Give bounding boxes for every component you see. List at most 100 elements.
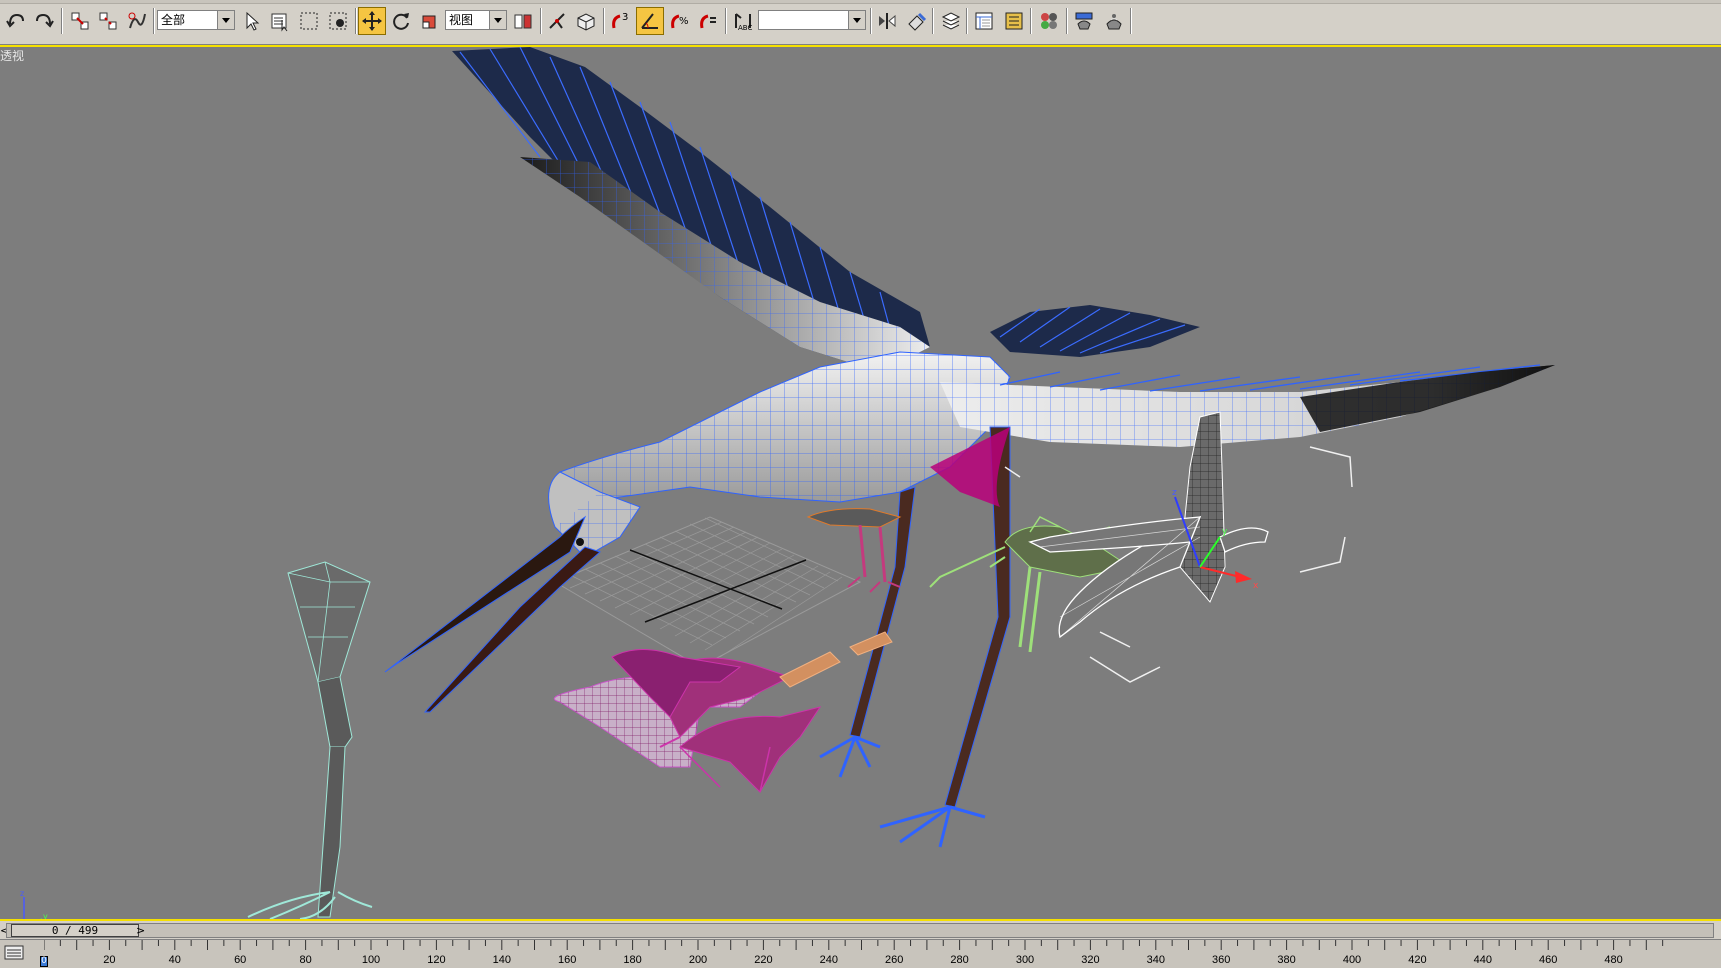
named-selection-dropdown[interactable] xyxy=(758,10,866,30)
toolbar-separator xyxy=(355,8,357,34)
toolbar-separator xyxy=(153,8,155,34)
mirror-icon[interactable] xyxy=(873,7,901,35)
track-bar-menu-icon[interactable] xyxy=(4,944,26,962)
tick-label: 400 xyxy=(1342,954,1362,966)
svg-text:z: z xyxy=(20,889,24,898)
svg-text:y: y xyxy=(43,912,48,919)
tick-label: 20 xyxy=(103,954,116,966)
time-slider-thumb[interactable]: 0 / 499 xyxy=(11,924,139,937)
bind-spacewarp-icon[interactable] xyxy=(123,7,151,35)
stork-right-wing[interactable] xyxy=(940,364,1555,447)
pivot-icon[interactable] xyxy=(509,7,537,35)
select-by-name-icon[interactable] xyxy=(266,7,294,35)
tick-label: 360 xyxy=(1212,954,1231,966)
stork-left-wing[interactable] xyxy=(452,47,930,372)
chevron-down-icon xyxy=(217,11,234,29)
tick-label: 480 xyxy=(1604,954,1623,966)
rect-selection-icon[interactable] xyxy=(295,7,323,35)
window-crossing-icon[interactable] xyxy=(324,7,352,35)
move-icon[interactable] xyxy=(358,7,386,35)
toolbar-separator xyxy=(603,8,605,34)
tick-label: 220 xyxy=(754,954,773,966)
snap-toggle-icon[interactable]: 3 xyxy=(606,7,634,35)
track-bar[interactable]: 0 20 40 60 80 100 120 140 160 180 200 220 240 260 280… xyxy=(0,939,1721,968)
tick-label: 440 xyxy=(1473,954,1492,966)
tick-label: 260 xyxy=(885,954,904,966)
svg-text:y: y xyxy=(1222,527,1228,537)
time-slider[interactable]: < 0 / 499 > xyxy=(0,922,1721,939)
chevron-down-icon xyxy=(848,11,865,29)
axis-tripod: z y x xyxy=(20,889,48,919)
edit-named-selection-icon[interactable]: ABC xyxy=(729,7,757,35)
selection-filter-dropdown[interactable]: 全部 xyxy=(157,10,235,30)
tick-label: 100 xyxy=(361,954,381,966)
toolbar-top-stripe xyxy=(0,0,1721,4)
toolbar-separator xyxy=(540,8,542,34)
magenta-foot-models[interactable] xyxy=(553,649,822,793)
track-bar-ruler[interactable] xyxy=(44,940,1721,968)
tick-label: 420 xyxy=(1408,954,1427,966)
material-editor-icon[interactable] xyxy=(1035,7,1063,35)
svg-text:ABC: ABC xyxy=(738,24,752,32)
rotate-icon[interactable] xyxy=(387,7,415,35)
render-setup-icon[interactable] xyxy=(1070,7,1098,35)
percent-snap-icon[interactable]: % xyxy=(665,7,693,35)
time-slider-track[interactable]: 0 / 499 xyxy=(6,923,1714,938)
stork-body[interactable] xyxy=(559,351,1011,503)
tick-label: 60 xyxy=(234,954,247,966)
layer-manager-icon[interactable] xyxy=(937,7,965,35)
redo-icon[interactable] xyxy=(30,7,58,35)
keyboard-shortcut-icon[interactable] xyxy=(572,7,600,35)
select-link-icon[interactable] xyxy=(66,7,94,35)
toolbar-separator xyxy=(61,8,63,34)
toolbar-separator xyxy=(1066,8,1068,34)
scale-icon[interactable] xyxy=(416,7,444,35)
svg-text:%: % xyxy=(679,16,689,27)
tick-label: 120 xyxy=(427,954,446,966)
tick-label: 40 xyxy=(168,954,181,966)
select-object-icon[interactable] xyxy=(238,7,266,35)
quick-render-icon[interactable] xyxy=(1100,7,1128,35)
toolbar-separator xyxy=(966,8,968,34)
curve-editor-icon[interactable] xyxy=(970,7,998,35)
tick-label: 300 xyxy=(1015,954,1035,966)
main-toolbar: 全部 视图 3 % ABC xyxy=(0,0,1721,45)
tick-label: 200 xyxy=(688,954,708,966)
perspective-viewport[interactable]: 透视 x z y z y xyxy=(0,45,1721,921)
tick-label: 140 xyxy=(492,954,511,966)
tick-label: 80 xyxy=(299,954,312,966)
align-icon[interactable] xyxy=(902,7,930,35)
toolbar-separator xyxy=(870,8,872,34)
svg-text:x: x xyxy=(1253,581,1259,591)
reference-coord-value: 视图 xyxy=(449,13,474,27)
chevron-down-icon xyxy=(489,11,506,29)
tick-label: 280 xyxy=(950,954,969,966)
scene-canvas[interactable]: x z y z y xyxy=(0,47,1721,919)
tick-label: 460 xyxy=(1539,954,1558,966)
svg-text:z: z xyxy=(1172,488,1177,498)
manipulate-icon[interactable] xyxy=(543,7,571,35)
tick-label: 180 xyxy=(623,954,642,966)
tick-label: 160 xyxy=(558,954,577,966)
undo-icon[interactable] xyxy=(2,7,30,35)
angle-snap-icon[interactable] xyxy=(636,7,664,35)
toolbar-separator xyxy=(1130,8,1132,34)
reference-coord-dropdown[interactable]: 视图 xyxy=(445,10,507,30)
tick-label: 240 xyxy=(819,954,838,966)
stork-head-neck[interactable] xyxy=(384,471,641,713)
selection-filter-value: 全部 xyxy=(161,13,186,27)
toolbar-separator xyxy=(1030,8,1032,34)
spinner-snap-icon[interactable] xyxy=(694,7,722,35)
time-slider-next[interactable]: > xyxy=(136,924,145,937)
unlink-icon[interactable] xyxy=(94,7,122,35)
stork-back-wing[interactable] xyxy=(990,305,1200,357)
schematic-view-icon[interactable] xyxy=(1000,7,1028,35)
toolbar-separator xyxy=(725,8,727,34)
tick-label: 380 xyxy=(1277,954,1296,966)
tick-label: 320 xyxy=(1081,954,1100,966)
toolbar-separator xyxy=(932,8,934,34)
tick-label: 340 xyxy=(1146,954,1165,966)
leg-model-left[interactable] xyxy=(247,561,373,919)
white-foot-model[interactable]: x z y xyxy=(1004,411,1353,683)
svg-text:3: 3 xyxy=(622,12,628,23)
